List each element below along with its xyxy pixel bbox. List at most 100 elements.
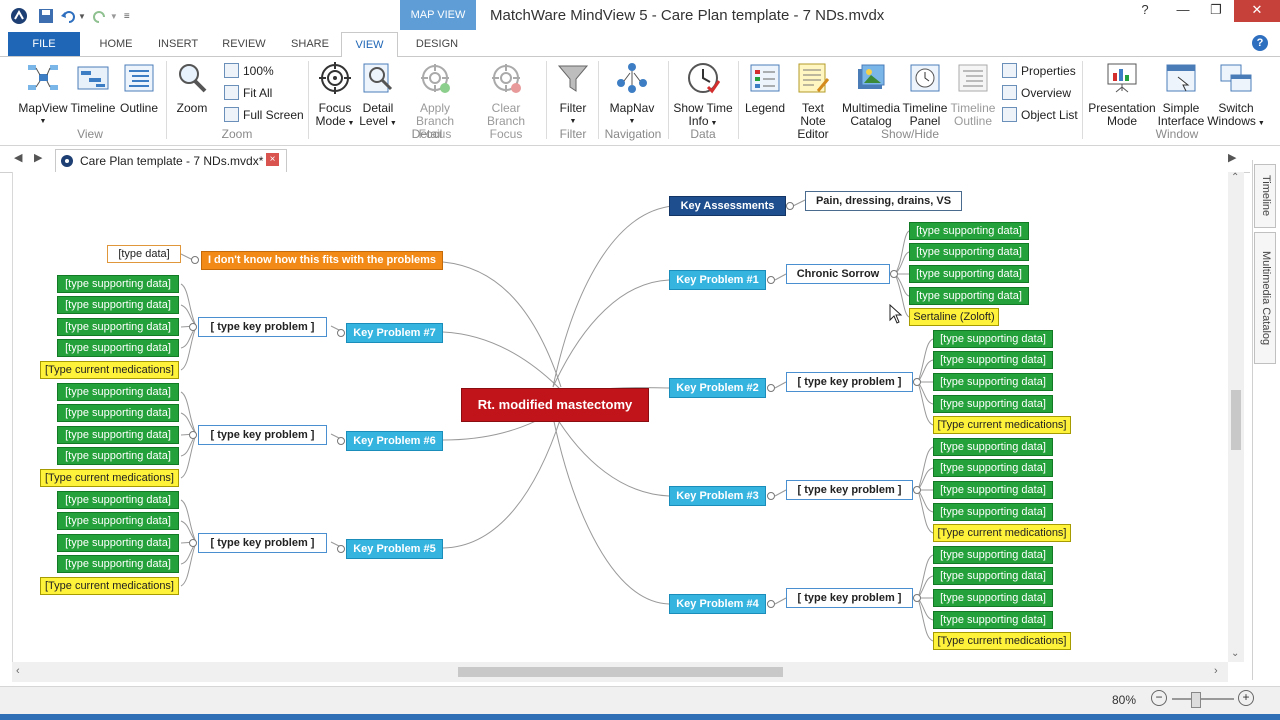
support-data[interactable]: [type supporting data] bbox=[57, 383, 179, 401]
key-problem-1[interactable]: Key Problem #1 bbox=[669, 270, 766, 290]
key-assessments-topic[interactable]: Key Assessments bbox=[669, 196, 786, 216]
support-data[interactable]: [type supporting data] bbox=[933, 459, 1053, 477]
zoom-out-icon[interactable]: − bbox=[1151, 690, 1167, 706]
presentation-mode-button[interactable]: Presentation Mode bbox=[1088, 61, 1156, 128]
type-key-problem[interactable]: [ type key problem ] bbox=[198, 317, 327, 337]
object-list-button[interactable]: Object List bbox=[1002, 107, 1078, 122]
close-button[interactable]: ✕ bbox=[1234, 0, 1280, 22]
minimize-button[interactable]: — bbox=[1168, 0, 1198, 22]
help-icon[interactable]: ? bbox=[1252, 35, 1268, 51]
vertical-scrollbar[interactable]: ⌃ ⌄ bbox=[1228, 172, 1244, 662]
support-data[interactable]: [type supporting data] bbox=[57, 318, 179, 336]
tab-file[interactable]: FILE bbox=[8, 32, 80, 56]
type-key-problem[interactable]: [ type key problem ] bbox=[786, 480, 913, 500]
side-tab-multimedia-catalog[interactable]: Multimedia Catalog bbox=[1254, 232, 1276, 364]
scroll-up-icon[interactable]: ⌃ bbox=[1231, 172, 1239, 183]
tab-insert[interactable]: INSERT bbox=[158, 32, 198, 56]
fit-all-button[interactable]: Fit All bbox=[224, 85, 272, 100]
type-key-problem[interactable]: [ type key problem ] bbox=[198, 533, 327, 553]
tab-view[interactable]: VIEW bbox=[341, 32, 398, 58]
timeline-panel-button[interactable]: Timeline Panel bbox=[902, 61, 948, 128]
support-data[interactable]: [type supporting data] bbox=[57, 555, 179, 573]
show-time-info-button[interactable]: Show Time Info ▼ bbox=[672, 61, 734, 130]
type-key-problem[interactable]: [ type key problem ] bbox=[786, 588, 913, 608]
zoom-100-button[interactable]: 100% bbox=[224, 63, 274, 78]
support-data[interactable]: [type supporting data] bbox=[57, 275, 179, 293]
tab-share[interactable]: SHARE bbox=[290, 32, 330, 56]
current-medications[interactable]: [Type current medications] bbox=[933, 632, 1071, 650]
collapse-toggle[interactable] bbox=[189, 539, 197, 547]
current-medications[interactable]: [Type current medications] bbox=[933, 524, 1071, 542]
support-data[interactable]: [type supporting data] bbox=[909, 222, 1029, 240]
support-data[interactable]: [type supporting data] bbox=[933, 373, 1053, 391]
save-icon[interactable] bbox=[38, 8, 54, 24]
support-data[interactable]: [type supporting data] bbox=[57, 339, 179, 357]
type-key-problem[interactable]: [ type key problem ] bbox=[786, 372, 913, 392]
key-problem-1-detail[interactable]: Chronic Sorrow bbox=[786, 264, 890, 284]
overview-button[interactable]: Overview bbox=[1002, 85, 1071, 100]
scroll-right-icon[interactable]: › bbox=[1214, 665, 1218, 677]
collapse-toggle[interactable] bbox=[913, 378, 921, 386]
support-data[interactable]: [type supporting data] bbox=[933, 481, 1053, 499]
collapse-toggle[interactable] bbox=[767, 384, 775, 392]
side-tab-timeline[interactable]: Timeline bbox=[1254, 164, 1276, 228]
support-data[interactable]: [type supporting data] bbox=[57, 404, 179, 422]
current-medications[interactable]: [Type current medications] bbox=[40, 469, 179, 487]
collapse-toggle[interactable] bbox=[890, 270, 898, 278]
mapnav-button[interactable]: MapNav ▼ bbox=[604, 61, 660, 128]
collapse-toggle[interactable] bbox=[189, 323, 197, 331]
redo-dropdown-icon[interactable]: ▼ bbox=[110, 12, 118, 21]
collapse-toggle[interactable] bbox=[337, 437, 345, 445]
current-medications[interactable]: [Type current medications] bbox=[40, 361, 179, 379]
outline-button[interactable]: Outline bbox=[116, 61, 162, 115]
support-data[interactable]: [type supporting data] bbox=[933, 438, 1053, 456]
support-data[interactable]: [type supporting data] bbox=[933, 351, 1053, 369]
support-data[interactable]: [type supporting data] bbox=[933, 567, 1053, 585]
support-data[interactable]: [type supporting data] bbox=[933, 611, 1053, 629]
close-document-icon[interactable]: × bbox=[266, 153, 279, 166]
zoom-slider-track[interactable] bbox=[1172, 698, 1234, 700]
support-data[interactable]: [type supporting data] bbox=[909, 243, 1029, 261]
redo-icon[interactable] bbox=[92, 8, 108, 24]
undo-icon[interactable] bbox=[60, 8, 76, 24]
horizontal-scroll-thumb[interactable] bbox=[458, 667, 783, 677]
mapview-button[interactable]: MapView ▼ bbox=[18, 61, 68, 128]
collapse-toggle[interactable] bbox=[767, 492, 775, 500]
collapse-toggle[interactable] bbox=[913, 594, 921, 602]
full-screen-button[interactable]: Full Screen bbox=[224, 107, 304, 122]
zoom-button[interactable]: Zoom bbox=[170, 61, 214, 115]
customize-qat-icon[interactable]: ≡ bbox=[124, 11, 130, 22]
tab-review[interactable]: REVIEW bbox=[222, 32, 266, 56]
support-data[interactable]: [type supporting data] bbox=[933, 330, 1053, 348]
properties-button[interactable]: Properties bbox=[1002, 63, 1076, 78]
support-data[interactable]: [type supporting data] bbox=[933, 546, 1053, 564]
focus-mode-button[interactable]: Focus Mode ▼ bbox=[312, 61, 358, 130]
undo-dropdown-icon[interactable]: ▼ bbox=[78, 12, 86, 21]
key-problem-5[interactable]: Key Problem #5 bbox=[346, 539, 443, 559]
timeline-outline-button[interactable]: Timeline Outline bbox=[948, 61, 998, 128]
assessment-detail[interactable]: Pain, dressing, drains, VS bbox=[805, 191, 962, 211]
root-topic[interactable]: Rt. modified mastectomy bbox=[461, 388, 649, 422]
support-data[interactable]: [type supporting data] bbox=[933, 589, 1053, 607]
maximize-button[interactable]: ❐ bbox=[1201, 0, 1231, 22]
support-data[interactable]: [type supporting data] bbox=[57, 534, 179, 552]
collapse-toggle[interactable] bbox=[767, 600, 775, 608]
current-medications[interactable]: [Type current medications] bbox=[933, 416, 1071, 434]
key-problem-6[interactable]: Key Problem #6 bbox=[346, 431, 443, 451]
multimedia-catalog-button[interactable]: Multimedia Catalog bbox=[840, 61, 902, 128]
zoom-in-icon[interactable]: + bbox=[1238, 690, 1254, 706]
support-data[interactable]: [type supporting data] bbox=[909, 265, 1029, 283]
support-data[interactable]: [type supporting data] bbox=[57, 296, 179, 314]
switch-windows-button[interactable]: Switch Windows ▼ bbox=[1206, 61, 1266, 130]
mind-map-canvas[interactable]: Rt. modified mastectomy Key Assessments … bbox=[12, 172, 1229, 662]
collapse-toggle[interactable] bbox=[189, 431, 197, 439]
filter-button[interactable]: Filter ▼ bbox=[552, 61, 594, 128]
tab-scroll-left-icon[interactable]: ◀ bbox=[14, 151, 22, 164]
tab-design[interactable]: DESIGN bbox=[414, 32, 460, 56]
key-problem-3[interactable]: Key Problem #3 bbox=[669, 486, 766, 506]
tab-home[interactable]: HOME bbox=[98, 32, 134, 56]
key-problem-4[interactable]: Key Problem #4 bbox=[669, 594, 766, 614]
key-problem-2[interactable]: Key Problem #2 bbox=[669, 378, 766, 398]
support-data[interactable]: [type supporting data] bbox=[57, 491, 179, 509]
support-data[interactable]: [type supporting data] bbox=[909, 287, 1029, 305]
